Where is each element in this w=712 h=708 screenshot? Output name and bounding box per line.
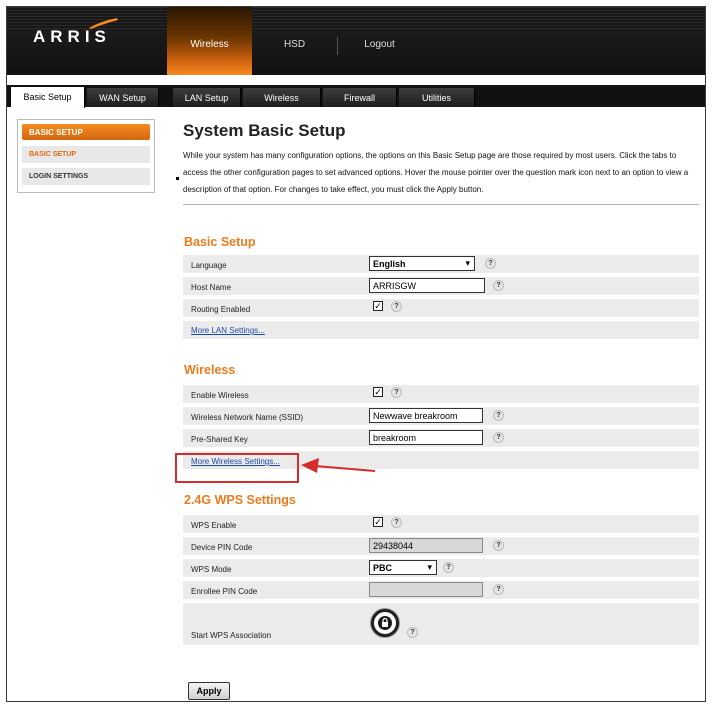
tab-wireless[interactable]: Wireless (243, 88, 321, 107)
tab-basic-setup[interactable]: Basic Setup (11, 87, 85, 108)
tab-bar: Basic Setup WAN Setup LAN Setup Wireless… (7, 85, 705, 108)
tab-lan-setup[interactable]: LAN Setup (173, 88, 241, 107)
help-icon[interactable]: ? (443, 562, 454, 573)
help-icon[interactable]: ? (493, 584, 504, 595)
apply-button[interactable]: Apply (188, 682, 230, 700)
enable-wireless-label: Enable Wireless (191, 391, 249, 400)
host-name-label: Host Name (191, 283, 232, 292)
router-admin-window: ARRIS Wireless HSD Logout Basic Setup WA… (6, 6, 706, 702)
page-title: System Basic Setup (183, 121, 346, 140)
sidebar-item-login-settings[interactable]: LOGIN SETTINGS (22, 168, 150, 185)
topnav-wireless[interactable]: Wireless (167, 7, 252, 75)
ssid-input[interactable]: Newwave breakroom (369, 408, 483, 423)
language-label: Language (191, 261, 227, 270)
row-ssid: Wireless Network Name (SSID) Newwave bre… (183, 407, 699, 425)
start-wps-label: Start WPS Association (191, 631, 272, 640)
help-icon[interactable]: ? (391, 301, 402, 312)
ssid-label: Wireless Network Name (SSID) (191, 413, 304, 422)
tab-wan-setup[interactable]: WAN Setup (87, 88, 159, 107)
sidebar-header: BASIC SETUP (22, 124, 150, 140)
routing-enabled-checkbox[interactable]: ✓ (373, 301, 383, 311)
row-enable-wireless: Enable Wireless ✓ ? (183, 385, 699, 403)
row-wps-mode: WPS Mode PBC ▾ ? (183, 559, 699, 577)
row-host-name: Host Name ARRISGW ? (183, 277, 699, 295)
help-icon[interactable]: ? (391, 387, 402, 398)
divider (183, 204, 699, 205)
section-title-basic-setup: Basic Setup (184, 235, 256, 249)
language-value: English (373, 259, 406, 269)
tab-firewall[interactable]: Firewall (323, 88, 397, 107)
row-start-wps: Start WPS Association ? (183, 603, 699, 645)
topnav-hsd[interactable]: HSD (252, 7, 337, 75)
help-icon[interactable]: ? (493, 280, 504, 291)
help-icon[interactable]: ? (493, 540, 504, 551)
wps-mode-label: WPS Mode (191, 565, 232, 574)
device-pin-label: Device PIN Code (191, 543, 253, 552)
header-bar: ARRIS Wireless HSD Logout (7, 7, 705, 75)
wps-enable-label: WPS Enable (191, 521, 237, 530)
row-pre-shared-key: Pre-Shared Key breakroom ? (183, 429, 699, 447)
pre-shared-key-label: Pre-Shared Key (191, 435, 248, 444)
help-icon[interactable]: ? (493, 410, 504, 421)
help-icon[interactable]: ? (485, 258, 496, 269)
enrollee-pin-input[interactable] (369, 582, 483, 597)
pre-shared-key-input[interactable]: breakroom (369, 430, 483, 445)
row-enrollee-pin: Enrollee PIN Code ? (183, 581, 699, 599)
section-title-wps: 2.4G WPS Settings (184, 493, 296, 507)
row-device-pin: Device PIN Code 29438044 ? (183, 537, 699, 555)
help-icon[interactable]: ? (407, 627, 418, 638)
device-pin-field: 29438044 (369, 538, 483, 553)
routing-enabled-label: Routing Enabled (191, 305, 251, 314)
section-title-wireless: Wireless (184, 363, 236, 377)
row-language: Language English ▾ ? (183, 255, 699, 273)
sidebar-item-basic-setup[interactable]: BASIC SETUP (22, 146, 150, 163)
row-routing-enabled: Routing Enabled ✓ ? (183, 299, 699, 317)
topnav-logout[interactable]: Logout (337, 7, 422, 75)
host-name-input[interactable]: ARRISGW (369, 278, 485, 293)
help-icon[interactable]: ? (493, 432, 504, 443)
wps-start-button[interactable] (371, 609, 399, 637)
enrollee-pin-label: Enrollee PIN Code (191, 587, 258, 596)
row-more-lan: More LAN Settings... (183, 321, 699, 339)
pointer-arrow-icon (301, 458, 376, 473)
top-navigation: Wireless HSD Logout (167, 7, 422, 75)
wps-enable-checkbox[interactable]: ✓ (373, 517, 383, 527)
highlight-box (175, 453, 299, 483)
bullet-marker (176, 177, 179, 180)
wps-mode-value: PBC (373, 563, 393, 573)
chevron-down-icon: ▾ (465, 258, 470, 268)
tab-utilities[interactable]: Utilities (399, 88, 475, 107)
page-intro: While your system has many configuration… (183, 151, 689, 194)
wps-mode-select[interactable]: PBC ▾ (369, 560, 437, 575)
language-select[interactable]: English ▾ (369, 256, 475, 271)
enable-wireless-checkbox[interactable]: ✓ (373, 387, 383, 397)
padlock-glyph (382, 617, 388, 627)
sidebar: BASIC SETUP BASIC SETUP LOGIN SETTINGS (17, 119, 155, 193)
lock-icon (378, 616, 392, 630)
chevron-down-icon: ▾ (427, 562, 432, 572)
more-lan-settings-link[interactable]: More LAN Settings... (191, 326, 265, 335)
row-wps-enable: WPS Enable ✓ ? (183, 515, 699, 533)
nav-divider (337, 37, 338, 55)
arris-logo: ARRIS (33, 27, 111, 46)
help-icon[interactable]: ? (391, 517, 402, 528)
